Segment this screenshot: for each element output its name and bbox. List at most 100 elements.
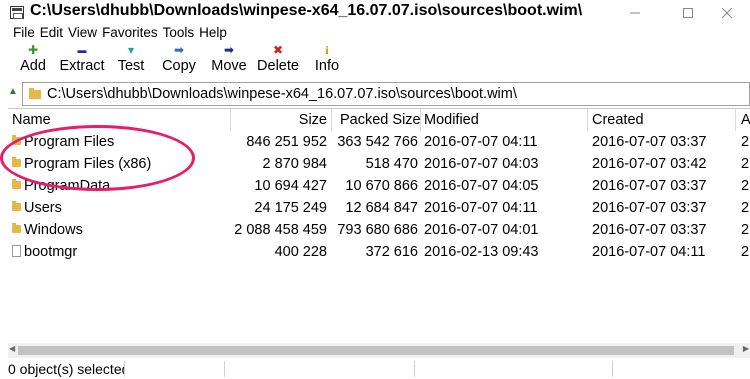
file-icon xyxy=(12,245,21,257)
menu-help[interactable]: Help xyxy=(199,24,227,42)
scroll-right-icon[interactable]: ▶ xyxy=(743,344,749,353)
table-row[interactable]: Windows 2 088 458 459 793 680 686 2016-0… xyxy=(8,219,750,241)
row-packed-size: 10 670 866 xyxy=(345,178,418,194)
title-bar: C:\Users\dhubb\Downloads\winpese-x64_16.… xyxy=(0,0,750,25)
row-modified: 2016-02-13 09:43 xyxy=(424,244,539,260)
column-divider[interactable] xyxy=(420,109,421,131)
scrollbar-thumb[interactable] xyxy=(18,346,734,355)
row-modified: 2016-07-07 04:01 xyxy=(424,222,539,238)
info-icon: i xyxy=(325,43,329,57)
row-accessed: 2 xyxy=(741,156,750,172)
row-created: 2016-07-07 03:37 xyxy=(592,222,707,238)
extract-button[interactable]: ▬ Extract xyxy=(55,42,109,80)
row-size: 2 088 458 459 xyxy=(234,222,327,238)
row-name: ProgramData xyxy=(24,178,111,194)
menu-edit[interactable]: Edit xyxy=(40,24,63,42)
status-divider xyxy=(124,361,125,377)
move-button[interactable]: ➡ Move xyxy=(207,42,251,80)
row-accessed: 2 xyxy=(741,178,750,194)
folder-icon xyxy=(12,179,21,189)
info-button[interactable]: i Info xyxy=(309,42,345,80)
row-size: 10 694 427 xyxy=(254,178,327,194)
column-header-accessed[interactable]: A xyxy=(741,109,750,131)
row-packed-size: 793 680 686 xyxy=(337,222,418,238)
move-label: Move xyxy=(211,58,247,74)
minimize-icon xyxy=(630,12,640,13)
add-button[interactable]: ✚ Add xyxy=(14,42,52,80)
address-field[interactable]: C:\Users\dhubb\Downloads\winpese-x64_16.… xyxy=(22,82,750,106)
copy-button[interactable]: ➡ Copy xyxy=(158,42,200,80)
row-modified: 2016-07-07 04:05 xyxy=(424,178,539,194)
column-header-created[interactable]: Created xyxy=(592,109,644,131)
delete-button[interactable]: ✖ Delete xyxy=(254,42,302,80)
row-name: bootmgr xyxy=(24,244,78,260)
folder-icon xyxy=(29,88,41,99)
column-header-packed-size[interactable]: Packed Size xyxy=(340,109,421,131)
menu-bar: File Edit View Favorites Tools Help xyxy=(0,24,750,42)
minus-icon: ▬ xyxy=(77,45,87,55)
column-header-name[interactable]: Name xyxy=(12,109,51,131)
move-arrow-icon: ➡ xyxy=(223,43,235,57)
row-accessed: 2 xyxy=(741,134,750,150)
check-icon: ▾ xyxy=(127,43,135,57)
test-label: Test xyxy=(117,58,145,74)
column-divider[interactable] xyxy=(587,109,588,131)
column-header-modified[interactable]: Modified xyxy=(424,109,479,131)
window-title: C:\Users\dhubb\Downloads\winpese-x64_16.… xyxy=(30,2,583,19)
row-name: Users xyxy=(24,200,62,216)
row-size: 846 251 952 xyxy=(246,134,327,150)
row-modified: 2016-07-07 04:03 xyxy=(424,156,539,172)
table-row[interactable]: Program Files (x86) 2 870 984 518 470 20… xyxy=(8,153,750,175)
menu-tools[interactable]: Tools xyxy=(163,24,195,42)
table-row[interactable]: Program Files 846 251 952 363 542 766 20… xyxy=(8,131,750,153)
folder-icon xyxy=(12,223,21,233)
row-packed-size: 372 616 xyxy=(365,244,418,260)
horizontal-scrollbar[interactable]: ◀ ▶ xyxy=(8,343,750,358)
copy-arrow-icon: ➡ xyxy=(173,43,185,57)
address-row: ▲ C:\Users\dhubb\Downloads\winpese-x64_1… xyxy=(0,80,750,106)
close-icon xyxy=(722,7,732,18)
row-packed-size: 518 470 xyxy=(365,156,418,172)
row-created: 2016-07-07 04:11 xyxy=(592,244,706,260)
row-accessed: 2 xyxy=(741,222,750,238)
row-name: Windows xyxy=(24,222,83,238)
info-label: Info xyxy=(314,58,340,74)
plus-icon: ✚ xyxy=(27,43,39,57)
minimize-button[interactable] xyxy=(612,0,658,25)
menu-file[interactable]: File xyxy=(13,24,35,42)
row-modified: 2016-07-07 04:11 xyxy=(424,134,538,150)
menu-view[interactable]: View xyxy=(68,24,97,42)
row-size: 400 228 xyxy=(274,244,327,260)
column-divider[interactable] xyxy=(331,109,332,131)
column-divider[interactable] xyxy=(735,109,736,131)
row-accessed: 2 xyxy=(741,244,750,260)
selection-status: 0 object(s) selected xyxy=(8,361,124,377)
row-modified: 2016-07-07 04:11 xyxy=(424,200,538,216)
add-label: Add xyxy=(20,58,46,74)
table-row[interactable]: bootmgr 400 228 372 616 2016-02-13 09:43… xyxy=(8,241,750,263)
table-row[interactable]: ProgramData 10 694 427 10 670 866 2016-0… xyxy=(8,175,750,197)
copy-label: Copy xyxy=(162,58,196,74)
row-created: 2016-07-07 03:37 xyxy=(592,134,707,150)
menu-favorites[interactable]: Favorites xyxy=(102,24,158,42)
folder-icon xyxy=(12,135,21,145)
row-name: Program Files xyxy=(24,134,115,150)
toolbar: ✚ Add ▬ Extract ▾ Test ➡ Copy ➡ Move ✖ D… xyxy=(0,42,750,80)
row-size: 2 870 984 xyxy=(262,156,327,172)
close-button[interactable] xyxy=(704,0,750,25)
table-row[interactable]: Users 24 175 249 12 684 847 2016-07-07 0… xyxy=(8,197,750,219)
column-header-size[interactable]: Size xyxy=(230,109,327,131)
file-list: Name Size Packed Size Modified Created A… xyxy=(8,108,750,359)
test-button[interactable]: ▾ Test xyxy=(112,42,150,80)
scroll-left-icon[interactable]: ◀ xyxy=(9,344,15,353)
status-divider xyxy=(612,361,613,377)
row-created: 2016-07-07 03:37 xyxy=(592,200,707,216)
row-packed-size: 12 684 847 xyxy=(345,200,418,216)
row-name: Program Files (x86) xyxy=(24,156,152,172)
up-folder-icon[interactable]: ▲ xyxy=(8,86,18,97)
row-created: 2016-07-07 03:42 xyxy=(592,156,707,172)
maximize-icon xyxy=(683,7,693,18)
extract-label: Extract xyxy=(59,58,105,74)
row-packed-size: 363 542 766 xyxy=(337,134,418,150)
folder-icon xyxy=(12,157,21,167)
